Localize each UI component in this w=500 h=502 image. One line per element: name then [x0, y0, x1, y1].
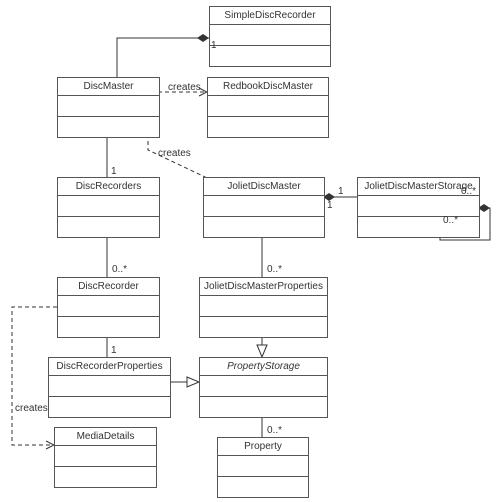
class-name: DiscRecorder: [58, 278, 159, 296]
class-simplediscrecorder: SimpleDiscRecorder: [209, 6, 331, 67]
class-name: SimpleDiscRecorder: [210, 7, 330, 25]
class-jolietdiscmasterproperties: JolietDiscMasterProperties: [199, 277, 328, 338]
multiplicity: 1: [338, 186, 344, 197]
multiplicity: 1: [327, 200, 333, 211]
class-name: DiscRecorderProperties: [49, 358, 170, 376]
class-name: PropertyStorage: [200, 358, 327, 376]
multiplicity: 1: [211, 40, 217, 51]
multiplicity: 0..*: [112, 264, 127, 275]
edge-label-creates: creates: [168, 82, 201, 93]
class-discrecorders: DiscRecorders: [57, 177, 160, 238]
class-name: JolietDiscMasterProperties: [200, 278, 327, 296]
edge-label-creates: creates: [158, 148, 191, 159]
multiplicity: 0..*: [267, 425, 282, 436]
class-mediadetails: MediaDetails: [54, 427, 157, 488]
class-name: DiscRecorders: [58, 178, 159, 196]
class-property: Property: [217, 437, 309, 498]
edge-label-creates: creates: [15, 403, 48, 414]
class-discrecorderproperties: DiscRecorderProperties: [48, 357, 171, 418]
multiplicity: 0..*: [461, 186, 476, 197]
class-jolietdiscmaster: JolietDiscMaster: [203, 177, 325, 238]
multiplicity: 0..*: [443, 215, 458, 226]
class-redbookdiscmaster: RedbookDiscMaster: [207, 77, 329, 138]
class-name: DiscMaster: [58, 78, 159, 96]
class-discrecorder: DiscRecorder: [57, 277, 160, 338]
multiplicity: 0..*: [267, 264, 282, 275]
class-name: RedbookDiscMaster: [208, 78, 328, 96]
class-name: MediaDetails: [55, 428, 156, 446]
multiplicity: 1: [111, 166, 117, 177]
multiplicity: 1: [111, 345, 117, 356]
class-name: JolietDiscMaster: [204, 178, 324, 196]
class-propertystorage: PropertyStorage: [199, 357, 328, 418]
diagram-canvas: SimpleDiscRecorder DiscMaster RedbookDis…: [0, 0, 500, 502]
class-discmaster: DiscMaster: [57, 77, 160, 138]
class-name: Property: [218, 438, 308, 456]
